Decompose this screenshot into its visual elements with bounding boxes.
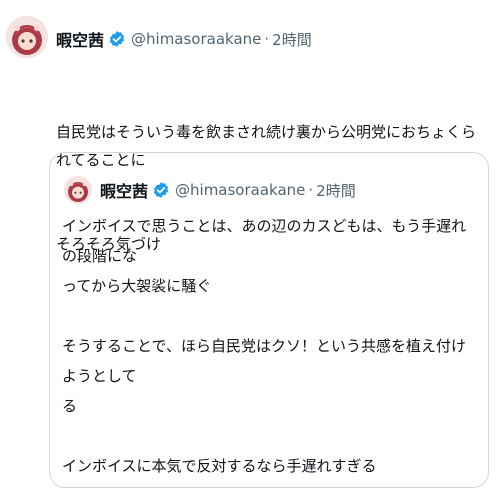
- quoted-avatar: [64, 176, 92, 204]
- quoted-timestamp: 2時間: [316, 181, 356, 200]
- quoted-paragraph: インボイスで思うことは、あの辺のカスどもは、もう手遅れの段階にな ってから大袈裟…: [62, 217, 467, 295]
- tweet: 暇空茜 @himasoraakane · 2時間 自民党はそういう毒を飲まされ続…: [0, 0, 497, 497]
- timestamp[interactable]: 2時間: [272, 29, 312, 50]
- quoted-tweet[interactable]: 暇空茜 @himasoraakane · 2時間 インボイスで思うことは、あの辺…: [49, 152, 489, 488]
- separator-dot: ·: [308, 181, 314, 199]
- avatar[interactable]: [6, 16, 48, 58]
- author-handle[interactable]: @himasoraakane: [131, 30, 261, 48]
- quoted-paragraph: インボイスに本気で反対するなら手遅れすぎる: [62, 457, 377, 475]
- author-name[interactable]: 暇空茜: [56, 27, 104, 51]
- tweet-header: 暇空茜 @himasoraakane · 2時間: [56, 26, 312, 52]
- quoted-avatar-image: [64, 176, 92, 204]
- verified-badge-icon: [109, 31, 125, 47]
- quoted-tweet-text: インボイスで思うことは、あの辺のカスどもは、もう手遅れの段階にな ってから大袈裟…: [62, 211, 480, 481]
- verified-badge-icon: [153, 182, 169, 198]
- separator-dot: ·: [264, 30, 270, 48]
- quoted-tweet-header: 暇空茜 @himasoraakane · 2時間: [100, 177, 356, 203]
- quoted-author-handle: @himasoraakane: [175, 181, 306, 199]
- quoted-author-name: 暇空茜: [100, 182, 149, 201]
- avatar-image: [6, 16, 48, 58]
- quoted-paragraph: そうすることで、ほら自民党はクソ！という共感を植え付けようとして る: [62, 337, 466, 415]
